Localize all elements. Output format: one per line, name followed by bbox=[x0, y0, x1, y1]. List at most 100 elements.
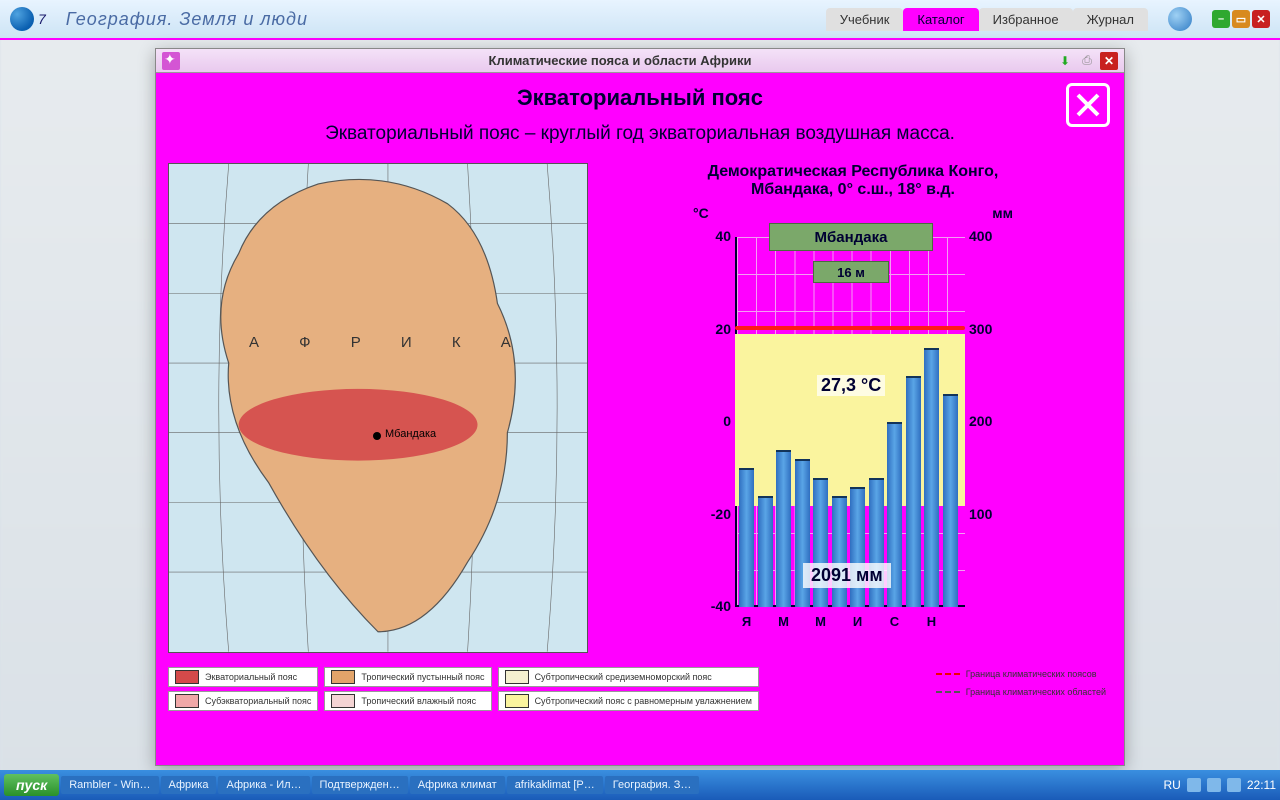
taskbar-item[interactable]: География. З… bbox=[605, 776, 700, 794]
taskbar-item[interactable]: afrikaklimat [Р… bbox=[507, 776, 603, 794]
taskbar-item[interactable]: Африка bbox=[161, 776, 217, 794]
legend-line-icon bbox=[936, 673, 960, 675]
tab-избранное[interactable]: Избранное bbox=[979, 8, 1073, 31]
climate-chart-panel: Демократическая Республика Конго, Мбанда… bbox=[594, 163, 1112, 663]
content-area: Экваториальный пояс Экваториальный пояс … bbox=[156, 73, 1124, 765]
altitude-badge: 16 м bbox=[813, 261, 889, 283]
legend-swatch-icon bbox=[331, 670, 355, 684]
legend-label: Субтропический средиземноморский пояс bbox=[535, 672, 712, 682]
month-tick: Н bbox=[924, 614, 939, 629]
total-precip-value: 2091 мм bbox=[803, 563, 891, 588]
legend-line-icon bbox=[936, 691, 960, 693]
precip-bar bbox=[776, 450, 791, 607]
window-title: Климатические пояса и области Африки bbox=[188, 53, 1052, 68]
legend-label: Граница климатических областей bbox=[966, 687, 1106, 697]
window-titlebar: Климатические пояса и области Африки ⬇ ⎙… bbox=[156, 49, 1124, 73]
legend-item: Субтропический средиземноморский пояс bbox=[498, 667, 759, 687]
download-icon[interactable]: ⬇ bbox=[1056, 52, 1074, 70]
tab-учебник[interactable]: Учебник bbox=[826, 8, 904, 31]
legend-swatch-icon bbox=[331, 694, 355, 708]
taskbar-item[interactable]: Подтвержден… bbox=[312, 776, 408, 794]
precip-tick: 200 bbox=[969, 413, 992, 429]
climate-plot: 27,3 °C 2091 мм ЯММИСН40200-20-404003002… bbox=[693, 227, 1013, 637]
app-title: География. Земля и люди bbox=[66, 9, 308, 30]
month-tick: И bbox=[850, 614, 865, 629]
month-tick: М bbox=[813, 614, 828, 629]
precip-tick: 100 bbox=[969, 506, 992, 522]
language-indicator[interactable]: RU bbox=[1164, 778, 1181, 792]
legend-line-item: Граница климатических областей bbox=[930, 685, 1112, 699]
taskbar-item[interactable]: Африка климат bbox=[410, 776, 505, 794]
legend-label: Субтропический пояс с равномерным увлажн… bbox=[535, 696, 752, 706]
temp-tick: 0 bbox=[695, 413, 731, 429]
legend-swatch-icon bbox=[175, 694, 199, 708]
app-close-button[interactable]: ✕ bbox=[1252, 10, 1270, 28]
taskbar-item[interactable]: Африка - Ил… bbox=[218, 776, 309, 794]
window-controls: – ▭ ✕ bbox=[1212, 10, 1270, 28]
africa-map[interactable]: А Ф Р И К А Мбандака bbox=[168, 163, 588, 653]
system-tray: RU 22:11 bbox=[1164, 778, 1276, 792]
legend: Экваториальный пояс Субэкваториальный поя… bbox=[168, 667, 1112, 711]
maximize-button[interactable]: ▭ bbox=[1232, 10, 1250, 28]
print-icon[interactable]: ⎙ bbox=[1078, 52, 1096, 70]
legend-label: Тропический влажный пояс bbox=[361, 696, 476, 706]
tab-журнал[interactable]: Журнал bbox=[1073, 8, 1148, 31]
tray-icon[interactable] bbox=[1227, 778, 1241, 792]
avg-temp-value: 27,3 °C bbox=[817, 375, 885, 396]
temp-tick: 20 bbox=[695, 321, 731, 337]
temperature-line bbox=[735, 322, 965, 336]
tray-icon[interactable] bbox=[1187, 778, 1201, 792]
legend-item: Субтропический пояс с равномерным увлажн… bbox=[498, 691, 759, 711]
month-tick: С bbox=[887, 614, 902, 629]
precip-tick: 300 bbox=[969, 321, 992, 337]
month-tick: Я bbox=[739, 614, 754, 629]
legend-swatch-icon bbox=[175, 670, 199, 684]
legend-label: Граница климатических поясов bbox=[966, 669, 1097, 679]
page-title: Экваториальный пояс bbox=[168, 85, 1112, 111]
precip-bar bbox=[739, 468, 754, 607]
temp-tick: 40 bbox=[695, 228, 731, 244]
precip-bar bbox=[943, 394, 958, 607]
unit-prec: мм bbox=[992, 205, 1013, 221]
taskbar-item[interactable]: Rambler - Win… bbox=[61, 776, 158, 794]
chart-location-1: Демократическая Республика Конго, bbox=[708, 163, 999, 181]
legend-item: Тропический пустынный пояс bbox=[324, 667, 491, 687]
app-header: 7 География. Земля и люди УчебникКаталог… bbox=[0, 0, 1280, 40]
precip-tick: 400 bbox=[969, 228, 992, 244]
precip-bar bbox=[906, 376, 921, 607]
compass-icon bbox=[162, 52, 180, 70]
content-window: Климатические пояса и области Африки ⬇ ⎙… bbox=[155, 48, 1125, 766]
station-marker-icon bbox=[373, 432, 381, 440]
legend-label: Экваториальный пояс bbox=[205, 672, 297, 682]
chart-location-2: Мбандака, 0° с.ш., 18° в.д. bbox=[751, 181, 955, 199]
globe-icon bbox=[10, 7, 34, 31]
continent-label: А Ф Р И К А bbox=[249, 334, 529, 351]
precip-bar bbox=[758, 496, 773, 607]
tray-icon[interactable] bbox=[1207, 778, 1221, 792]
minimize-button[interactable]: – bbox=[1212, 10, 1230, 28]
equatorial-zone bbox=[239, 389, 478, 461]
legend-line-item: Граница климатических поясов bbox=[930, 667, 1112, 681]
clock: 22:11 bbox=[1247, 778, 1276, 792]
legend-item: Субэкваториальный пояс bbox=[168, 691, 318, 711]
grade-label: 7 bbox=[38, 11, 46, 27]
help-icon[interactable] bbox=[1168, 7, 1192, 31]
page-subtitle: Экваториальный пояс – круглый год эквато… bbox=[168, 123, 1112, 145]
legend-label: Субэкваториальный пояс bbox=[205, 696, 311, 706]
precip-bar bbox=[832, 496, 847, 607]
top-tabs: УчебникКаталогИзбранноеЖурнал bbox=[826, 8, 1148, 31]
legend-swatch-icon bbox=[505, 694, 529, 708]
temp-tick: -40 bbox=[695, 598, 731, 614]
precip-bar bbox=[850, 487, 865, 607]
legend-item: Тропический влажный пояс bbox=[324, 691, 491, 711]
station-marker-label: Мбандака bbox=[385, 428, 436, 440]
legend-swatch-icon bbox=[505, 670, 529, 684]
station-badge: Мбандака bbox=[769, 223, 933, 251]
taskbar: пуск Rambler - Win…АфрикаАфрика - Ил…Под… bbox=[0, 770, 1280, 800]
map-svg bbox=[169, 164, 587, 652]
legend-item: Экваториальный пояс bbox=[168, 667, 318, 687]
start-button[interactable]: пуск bbox=[4, 774, 59, 796]
overlay-close-button[interactable] bbox=[1066, 83, 1110, 127]
window-close-button[interactable]: ✕ bbox=[1100, 52, 1118, 70]
tab-каталог[interactable]: Каталог bbox=[903, 8, 978, 31]
